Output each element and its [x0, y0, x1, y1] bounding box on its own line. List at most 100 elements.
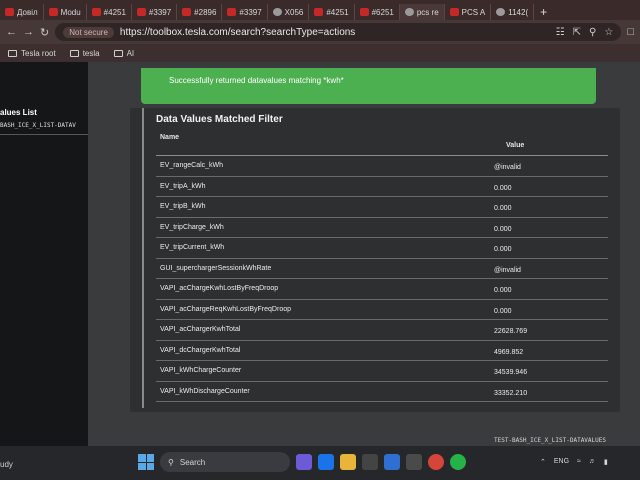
- copilot-icon[interactable]: [296, 454, 312, 470]
- tab-label: X056: [284, 7, 304, 17]
- browser-tab[interactable]: #6251: [355, 4, 400, 20]
- url-text[interactable]: https://toolbox.tesla.com/search?searchT…: [120, 27, 355, 38]
- row-name: VAPI_acChargerKwhTotal: [160, 326, 241, 333]
- row-name: EV_rangeCalc_kWh: [160, 162, 224, 169]
- back-icon[interactable]: ←: [6, 26, 17, 38]
- bookmark-tesla[interactable]: tesla: [69, 49, 100, 58]
- browser-tab[interactable]: X056: [268, 4, 310, 20]
- results-card: Data Values Matched Filter Name Value EV…: [130, 108, 620, 412]
- tab-label: #3397: [239, 7, 262, 17]
- browser-tab[interactable]: pcs re: [399, 4, 445, 20]
- table-row: EV_rangeCalc_kWh @invalid: [156, 156, 608, 177]
- table-row: EV_tripA_kWh 0.000: [156, 177, 608, 197]
- volume-icon[interactable]: ♬: [589, 458, 596, 466]
- tab-label: #2896: [194, 7, 217, 17]
- tesla-icon: [48, 8, 58, 16]
- row-value: 22628.769: [494, 328, 528, 335]
- row-name: EV_tripCharge_kWh: [160, 223, 224, 231]
- edge-icon[interactable]: [318, 454, 334, 470]
- table-row: VAPI_acChargeReqKwhLostByFreqDroop 0.000: [156, 300, 608, 320]
- language-indicator[interactable]: ENG: [554, 458, 569, 466]
- tab-label: 1142(: [508, 7, 529, 17]
- battery-icon[interactable]: ▮: [604, 458, 608, 466]
- row-value: 0.000: [494, 205, 512, 212]
- chevron-up-icon[interactable]: ⌃: [540, 458, 546, 466]
- url-input[interactable]: Not secure https://toolbox.tesla.com/sea…: [55, 23, 622, 41]
- file-explorer-icon[interactable]: [340, 454, 356, 470]
- translate-icon[interactable]: ☷: [556, 27, 565, 38]
- table-row: GUI_superchargerSessionkWhRate @invalid: [156, 259, 608, 279]
- tab-label: Довіл: [17, 7, 38, 17]
- store-icon[interactable]: [384, 454, 400, 470]
- left-panel: alues List BASH_ICE_X_LIST-DATAV: [0, 62, 88, 446]
- row-name: VAPI_kWhDischargeCounter: [160, 387, 250, 395]
- row-name: VAPI_acChargeKwhLostByFreqDroop: [160, 285, 279, 292]
- browser-tab[interactable]: Modu: [44, 4, 87, 20]
- table-row: VAPI_dcChargerKwhTotal 4969.852: [156, 341, 608, 361]
- forward-icon[interactable]: →: [23, 26, 34, 38]
- zoom-icon[interactable]: ⚲: [589, 27, 596, 38]
- results-card-inner: Data Values Matched Filter Name Value EV…: [142, 108, 612, 408]
- table-row: VAPI_kWhDischargeCounter 33352.210: [156, 382, 608, 402]
- not-secure-badge[interactable]: Not secure: [63, 26, 114, 38]
- tesla-icon: [314, 8, 324, 16]
- tesla-icon: [5, 8, 14, 16]
- windows-start-icon[interactable]: [138, 454, 154, 470]
- values-list-title: alues List: [0, 108, 37, 117]
- app-icon[interactable]: [362, 454, 378, 470]
- browser-tab[interactable]: #4251: [87, 4, 132, 20]
- chrome-icon[interactable]: [428, 454, 444, 470]
- chrome-icon: [404, 8, 414, 16]
- browser-tab[interactable]: #3397: [222, 4, 268, 20]
- browser-tab[interactable]: #3397: [132, 4, 178, 20]
- row-name: GUI_superchargerSessionkWhRate: [160, 264, 272, 272]
- tab-label: #4251: [326, 7, 349, 17]
- table-row: VAPI_acChargerKwhTotal 22628.769: [156, 320, 608, 341]
- share-icon[interactable]: ⇱: [573, 27, 581, 38]
- extensions-icon[interactable]: □: [627, 26, 634, 38]
- row-value: 0.000: [494, 307, 512, 315]
- new-tab-button[interactable]: +: [534, 4, 553, 20]
- row-name: VAPI_kWhChargeCounter: [160, 367, 242, 374]
- card-title: Data Values Matched Filter: [156, 114, 283, 125]
- browser-tab[interactable]: PCS A: [445, 4, 492, 20]
- row-name: EV_tripCurrent_kWh: [160, 244, 225, 251]
- taskbar: udy ⚲ Search ⌃ ENG ≈ ♬ ▮: [0, 446, 640, 480]
- wifi-icon[interactable]: ≈: [577, 458, 581, 466]
- table-row: EV_tripB_kWh 0.000: [156, 197, 608, 218]
- browser-tab[interactable]: Довіл: [0, 4, 44, 20]
- values-list-subtitle[interactable]: BASH_ICE_X_LIST-DATAV: [0, 122, 76, 129]
- row-name: EV_tripB_kWh: [160, 203, 206, 210]
- tab-label: #6251: [371, 7, 394, 17]
- app-icon[interactable]: [406, 454, 422, 470]
- column-header-value: Value: [506, 142, 525, 149]
- browser-tab[interactable]: #4251: [309, 4, 355, 20]
- table-row: EV_tripCharge_kWh 0.000: [156, 218, 608, 238]
- whatsapp-icon[interactable]: [450, 454, 466, 470]
- column-header-name: Name: [160, 134, 180, 141]
- row-value: 0.000: [494, 246, 512, 253]
- address-bar: ← → ↻ Not secure https://toolbox.tesla.c…: [0, 20, 640, 44]
- bookmarks-bar: Tesla root tesla AI: [0, 44, 640, 62]
- star-icon[interactable]: ☆: [604, 27, 613, 38]
- browser-tab[interactable]: #2896: [177, 4, 223, 20]
- row-value: 0.000: [494, 287, 512, 294]
- globe-icon: [272, 8, 282, 16]
- taskbar-search[interactable]: ⚲ Search: [160, 452, 290, 472]
- folder-icon: [113, 49, 123, 57]
- tesla-icon: [136, 8, 146, 16]
- folder-icon: [69, 49, 79, 57]
- browser-tab[interactable]: 1142(: [491, 4, 535, 20]
- tesla-icon: [182, 8, 192, 16]
- tab-label: pcs re: [416, 7, 439, 17]
- bookmark-tesla-root[interactable]: Tesla root: [8, 49, 56, 58]
- row-value: 34539.946: [494, 369, 528, 376]
- bookmark-ai[interactable]: AI: [113, 49, 134, 58]
- tesla-icon: [91, 8, 101, 16]
- reload-icon[interactable]: ↻: [40, 26, 49, 39]
- row-value: @invalid: [494, 164, 521, 171]
- row-value: 0.000: [494, 184, 512, 192]
- tesla-icon: [227, 8, 237, 16]
- row-name: VAPI_dcChargerKwhTotal: [160, 346, 241, 354]
- weather-widget[interactable]: udy: [0, 460, 13, 469]
